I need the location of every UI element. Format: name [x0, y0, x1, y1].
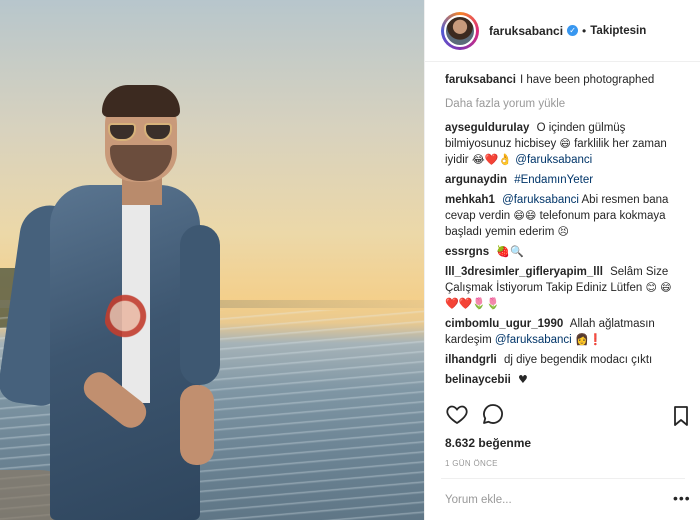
post-side-panel: faruksabanci ✓ • Takiptesin faruksabanci… — [424, 0, 700, 520]
load-more-comments[interactable]: Daha fazla yorum yükle — [445, 98, 684, 110]
divider — [441, 478, 685, 479]
comment: mehkah1 @faruksabanci Abi resmen bana ce… — [445, 192, 684, 240]
caption-text: I have been photographed — [519, 74, 655, 86]
instagram-post: faruksabanci ✓ • Takiptesin faruksabanci… — [0, 0, 700, 520]
emoji: 👩❗ — [574, 333, 603, 346]
post-timestamp[interactable]: 1 GÜN ÖNCE — [445, 459, 498, 468]
comments-list: faruksabanci I have been photographed Dah… — [425, 62, 700, 392]
comment: cimbomlu_ugur_1990 Allah ağlatmasın kard… — [445, 316, 684, 348]
comment: argunaydin #EndamınYeter — [445, 172, 684, 188]
caption-username[interactable]: faruksabanci — [445, 74, 516, 86]
comment-username[interactable]: lll_3dresimler_gifleryapim_lll — [445, 266, 603, 278]
emoji: 😂❤️👌 — [471, 153, 513, 166]
emoji: 😣 — [557, 225, 569, 238]
separator-dot: • — [582, 23, 587, 38]
mention-link[interactable]: @faruksabanci — [515, 154, 592, 166]
verified-badge-icon: ✓ — [567, 25, 579, 36]
emoji: 😄😄 — [513, 209, 537, 222]
caption: faruksabanci I have been photographed — [445, 72, 684, 88]
post-photo[interactable] — [0, 0, 424, 520]
comment-username[interactable]: argunaydin — [445, 174, 507, 186]
mention-link[interactable]: @faruksabanci — [495, 334, 572, 346]
comment-username[interactable]: aysegulduruIay — [445, 122, 529, 134]
photo-subject — [0, 85, 230, 520]
comment: belinaycebii ♥ — [445, 372, 684, 388]
emoji: ♥ — [518, 373, 528, 386]
comment-username[interactable]: mehkah1 — [445, 194, 495, 206]
comment-username[interactable]: cimbomlu_ugur_1990 — [445, 318, 563, 330]
hashtag-link[interactable]: #EndamınYeter — [514, 174, 593, 186]
comment-username[interactable]: belinaycebii — [445, 374, 511, 386]
comment-icon[interactable] — [481, 402, 505, 426]
header-username[interactable]: faruksabanci — [489, 24, 563, 38]
bookmark-icon[interactable] — [669, 404, 693, 428]
avatar[interactable] — [441, 11, 479, 50]
like-count[interactable]: 8.632 beğenme — [445, 436, 531, 450]
following-button[interactable]: Takiptesin — [590, 25, 646, 37]
comment-username[interactable]: essrgns — [445, 246, 489, 258]
emoji: 🍓🔍 — [496, 245, 524, 258]
mention-link[interactable]: @faruksabanci — [502, 194, 579, 206]
post-header: faruksabanci ✓ • Takiptesin — [425, 0, 700, 62]
comment-input[interactable]: Yorum ekle... — [445, 494, 512, 506]
more-options-icon[interactable]: ••• — [673, 490, 691, 506]
comment: lll_3dresimler_gifleryapim_lll Selâm Siz… — [445, 264, 684, 312]
comment-username[interactable]: ilhandgrli — [445, 354, 497, 366]
comment-text: dj diye begendik modacı çıktı — [503, 354, 653, 366]
emoji: 😊 — [645, 281, 657, 294]
comment: ilhandgrli dj diye begendik modacı çıktı — [445, 352, 684, 368]
action-bar — [445, 402, 688, 432]
heart-icon[interactable] — [445, 402, 469, 426]
emoji: 😄 — [559, 137, 571, 150]
comment: aysegulduruIay O içinden gülmüş bilmiyos… — [445, 120, 684, 168]
sunglasses — [108, 123, 174, 141]
comment: essrgns 🍓🔍 — [445, 244, 684, 260]
